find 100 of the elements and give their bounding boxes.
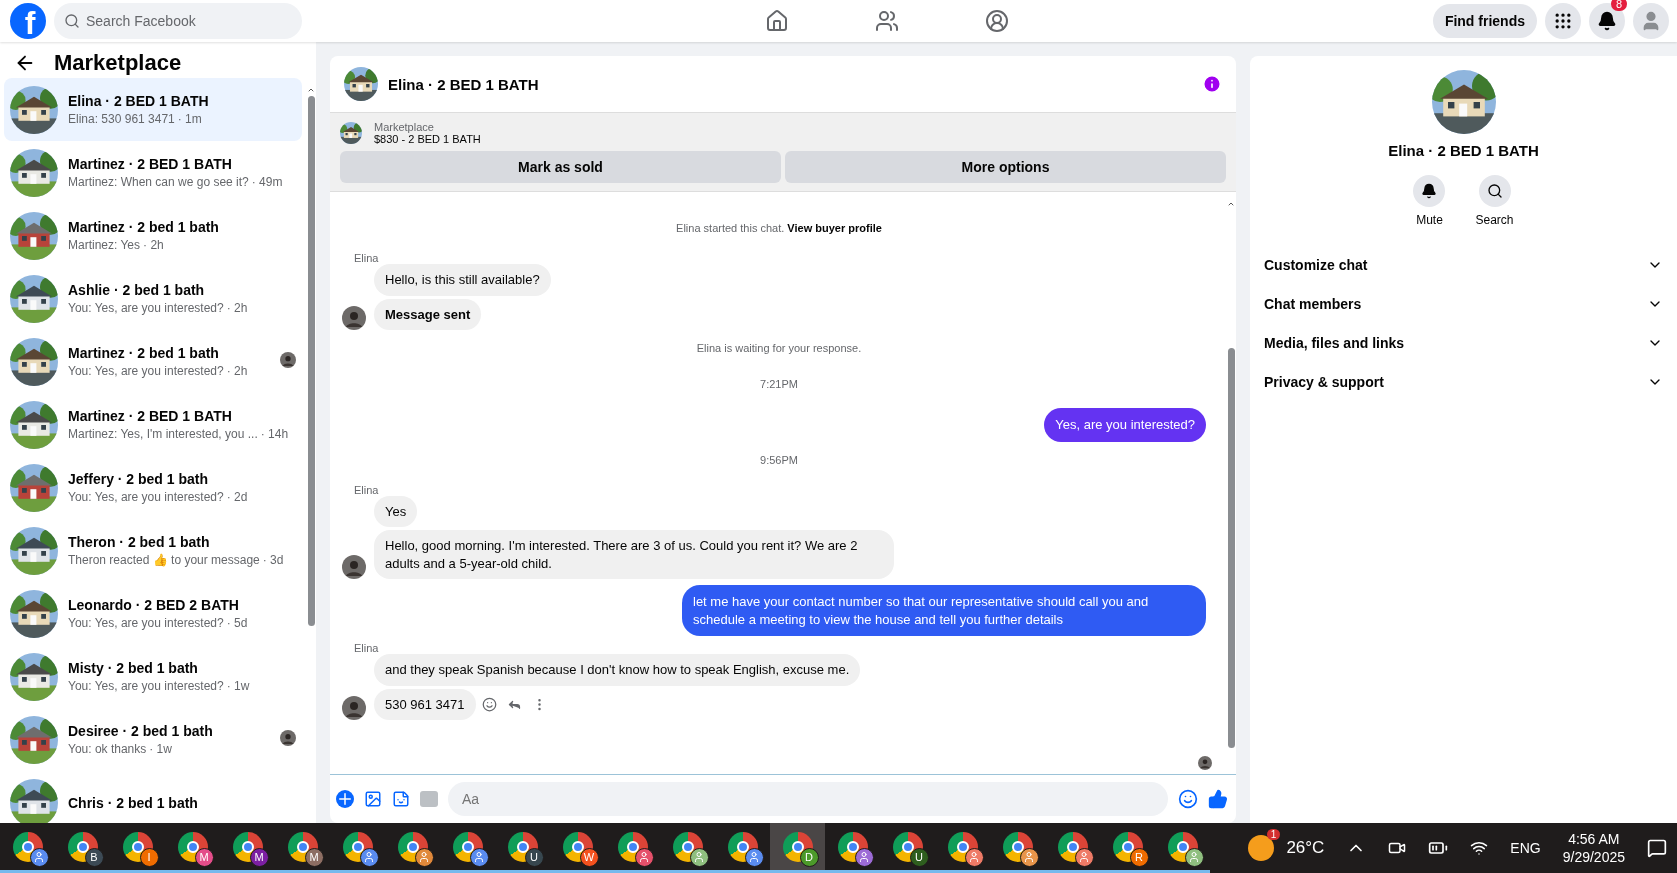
wifi-icon[interactable] — [1470, 839, 1489, 857]
profile-badge: U — [524, 847, 544, 867]
conversation-time: · 3d — [262, 553, 284, 567]
chat-action-label: Mute — [1416, 213, 1443, 227]
taskbar-app[interactable]: U — [495, 823, 550, 873]
conversation-item[interactable]: Ashlie · 2 bed 1 bath You: Yes, are you interested? · 2h — [4, 267, 302, 330]
taskbar-app[interactable]: U — [880, 823, 935, 873]
sent-message: let me have your contact number so that our representative should call you and schedule a meeting to view the house and tell you further details — [682, 585, 1206, 637]
conversation-title: Martinez · 2 bed 1 bath — [68, 345, 220, 361]
home-icon[interactable] — [765, 9, 790, 33]
add-icon[interactable] — [336, 790, 354, 808]
details-section[interactable]: Privacy & support — [1264, 362, 1663, 401]
chat-title: Elina · 2 BED 1 BATH — [388, 75, 540, 93]
search-placeholder: Search Facebook — [86, 13, 196, 29]
conversation-preview: Elina: 530 961 3471 — [68, 112, 175, 126]
friends-icon[interactable] — [875, 9, 900, 33]
find-friends-button[interactable]: Find friends — [1432, 4, 1537, 38]
conversation-title: Desiree · 2 bed 1 bath — [68, 723, 214, 739]
account-button[interactable] — [1633, 3, 1669, 39]
emoji-icon[interactable] — [1178, 789, 1198, 809]
chat-notice: Elina is waiting for your response. — [696, 342, 862, 355]
conversation-title: Chris · 2 bed 1 bath — [68, 794, 199, 811]
image-icon[interactable] — [364, 790, 382, 808]
info-icon[interactable] — [1202, 74, 1222, 94]
received-message: Message sent — [374, 298, 482, 331]
notification-badge: 8 — [1610, 0, 1627, 11]
timestamp: 9:56PM — [760, 453, 798, 466]
chat-notice: Elina started this chat. — [676, 222, 785, 234]
conversation-time: · 2d — [226, 490, 248, 504]
logo[interactable]: f — [10, 3, 46, 39]
avatar-icon — [342, 555, 366, 580]
sender-name: Elina — [353, 642, 380, 655]
like-icon[interactable] — [1208, 789, 1228, 809]
profile-badge: B — [84, 847, 104, 867]
profile-badge: M — [304, 847, 324, 867]
conversation-item[interactable]: Martinez · 2 bed 1 bath Martinez: Yes · 2h — [4, 204, 302, 267]
taskbar-app[interactable]: B — [55, 823, 110, 873]
profile-icon[interactable] — [985, 9, 1010, 33]
taskbar-app[interactable]: M — [275, 823, 330, 873]
listing-action-button[interactable]: More options — [785, 151, 1226, 183]
profile-badge: M — [194, 847, 214, 867]
profile-badge: I — [139, 847, 159, 867]
clock[interactable]: 4:56 AM 9/29/2025 — [1562, 831, 1625, 865]
sticker-icon[interactable] — [392, 790, 410, 808]
conversation-preview: Theron reacted 👍 to your message — [68, 553, 260, 567]
scroll-up-icon[interactable] — [307, 86, 315, 94]
taskbar-app[interactable]: M — [165, 823, 220, 873]
avatar-icon — [342, 306, 366, 331]
sidebar-title: Marketplace — [54, 50, 182, 76]
conversation-title: Misty · 2 bed 1 bath — [68, 660, 199, 676]
conversation-item[interactable]: Martinez · 2 BED 1 BATH Martinez: Yes, I'm interested, you ... · 14h — [4, 393, 302, 456]
search-field[interactable]: Search Facebook — [54, 3, 302, 39]
weather-badge: 1 — [1266, 829, 1281, 840]
grid-icon — [1553, 11, 1573, 31]
react-icon[interactable] — [481, 697, 497, 713]
conversation-item[interactable]: Desiree · 2 bed 1 bath You: ok thanks · 1w — [4, 708, 302, 771]
conversation-item[interactable]: Jeffery · 2 bed 1 bath You: Yes, are you interested? · 2d — [4, 456, 302, 519]
taskbar-app[interactable]: M — [220, 823, 275, 873]
received-message: Hello, is this still available? — [374, 264, 551, 296]
notification-center-icon[interactable] — [1647, 838, 1667, 858]
sender-name: Elina — [353, 252, 380, 264]
conversation-time: · 5d — [226, 616, 248, 630]
conversation-item[interactable]: Elina · 2 BED 1 BATH Elina: 530 961 3471 · 1m — [4, 78, 302, 141]
bell-icon — [1597, 11, 1617, 31]
conversation-title: Martinez · 2 BED 1 BATH — [68, 156, 233, 172]
conversation-title: Theron · 2 bed 1 bath — [68, 534, 211, 550]
listing-action-button[interactable]: Mark as sold — [340, 151, 781, 183]
details-section[interactable]: Customize chat — [1264, 245, 1663, 284]
conversation-time: · 49m — [251, 175, 283, 189]
conversation-preview: You: Yes, are you interested? — [68, 490, 224, 504]
profile-badge: D — [799, 847, 819, 867]
received-message: Hello, good morning. I'm interested. There are 3 of us. Could you rent it? We are 2 adults and a 5-year-old child. — [374, 530, 894, 580]
conversation-time: · 2h — [143, 238, 164, 252]
buyer-profile-link[interactable]: View buyer profile — [787, 222, 882, 234]
conversation-item[interactable]: Leonardo · 2 BED 2 BATH You: Yes, are you interested? · 5d — [4, 582, 302, 645]
received-message: Yes — [374, 495, 418, 528]
conversation-item[interactable]: Chris · 2 bed 1 bath — [4, 771, 302, 823]
message-field[interactable]: Aa — [448, 782, 1168, 816]
menu-button[interactable] — [1545, 3, 1581, 39]
conversation-item[interactable]: Misty · 2 bed 1 bath You: Yes, are you interested? · 1w — [4, 645, 302, 708]
conversation-time: · 2h — [226, 301, 248, 315]
contact-name: Elina · 2 BED 1 BATH — [1388, 142, 1539, 159]
search-icon — [1486, 183, 1503, 199]
language-indicator[interactable]: ENG — [1510, 840, 1541, 856]
avatar-icon — [280, 351, 296, 368]
scroll-up-icon[interactable] — [1227, 200, 1235, 208]
details-section[interactable]: Chat members — [1264, 284, 1663, 323]
conversation-title: Jeffery · 2 bed 1 bath — [68, 471, 210, 487]
received-message: and they speak Spanish because I don't know how to speak English, excuse me. — [374, 654, 861, 686]
conversation-item[interactable]: Theron · 2 bed 1 bath Theron reacted 👍 to your message · 3d — [4, 519, 302, 582]
conversation-time: · 1m — [177, 112, 202, 126]
conversation-item[interactable]: Martinez · 2 bed 1 bath You: Yes, are you interested? · 2h — [4, 330, 302, 393]
details-section[interactable]: Media, files and links — [1264, 323, 1663, 362]
taskbar-app[interactable]: D — [770, 823, 825, 873]
chat-action-label: Search — [1475, 213, 1514, 227]
conversation-item[interactable]: Martinez · 2 BED 1 BATH Martinez: When can we go see it? · 49m — [4, 141, 302, 204]
conversation-time: · 14h — [260, 427, 289, 441]
conversation-preview: You: ok thanks — [68, 742, 147, 756]
conversation-title: Ashlie · 2 bed 1 bath — [68, 282, 206, 298]
timestamp: 7:21PM — [760, 378, 798, 391]
